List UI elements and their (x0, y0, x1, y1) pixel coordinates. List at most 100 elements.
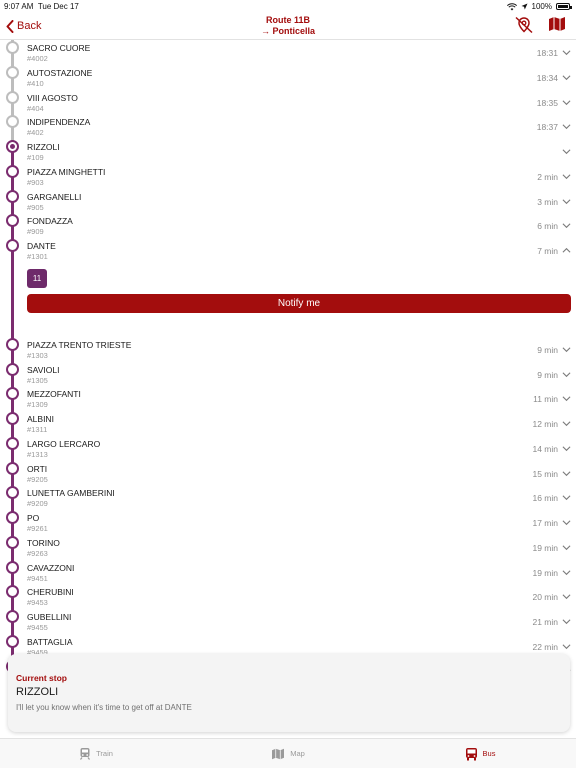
stop-row[interactable]: INDIPENDENZA #402 18:37 (0, 114, 576, 139)
chevron-down-icon[interactable] (562, 48, 571, 57)
chevron-down-icon[interactable] (562, 419, 571, 428)
tab-bus[interactable]: Bus (384, 739, 576, 768)
chevron-down-icon[interactable] (562, 518, 571, 527)
stop-row[interactable]: ORTI #9205 15 min (0, 461, 576, 486)
map-button[interactable] (548, 16, 566, 34)
stop-marker (6, 164, 19, 178)
stop-arrival-time: 12 min (532, 419, 558, 429)
chevron-down-icon[interactable] (562, 642, 571, 651)
current-stop-marker (6, 140, 19, 153)
stop-marker (6, 634, 19, 648)
stop-marker (6, 189, 19, 203)
stop-row[interactable]: GARGANELLI #905 3 min (0, 189, 576, 214)
chevron-down-icon[interactable] (562, 98, 571, 107)
stop-code: #905 (27, 202, 44, 212)
current-stop-name: RIZZOLI (16, 686, 59, 698)
chevron-down-icon[interactable] (562, 469, 571, 478)
stop-marker (6, 436, 19, 450)
stop-name: SACRO CUORE (27, 43, 91, 53)
stop-row[interactable]: LUNETTA GAMBERINI #9209 16 min (0, 485, 576, 510)
stop-code: #903 (27, 177, 44, 187)
stop-row[interactable]: CAVAZZONI #9451 19 min (0, 560, 576, 585)
stop-row[interactable]: MEZZOFANTI #1309 11 min (0, 386, 576, 411)
chevron-down-icon[interactable] (562, 345, 571, 354)
stop-row[interactable]: PIAZZA TRENTO TRIESTE #1303 9 min (0, 337, 576, 362)
chevron-down-icon[interactable] (562, 543, 571, 552)
stop-row[interactable]: TORINO #9263 19 min (0, 535, 576, 560)
stop-row[interactable]: PO #9261 17 min (0, 510, 576, 535)
tab-train[interactable]: Train (0, 739, 192, 768)
status-bar: 9:07 AM Tue Dec 17 100% (0, 0, 576, 12)
status-time: 9:07 AM (4, 2, 34, 11)
stop-arrival-time: 18:37 (536, 122, 558, 133)
stop-name: CHERUBINI (27, 587, 74, 598)
route-destination: → Ponticella (260, 26, 315, 36)
stop-code: #1311 (27, 425, 48, 434)
chevron-down-icon[interactable] (562, 617, 571, 626)
stop-row[interactable]: FONDAZZA #909 6 min (0, 213, 576, 238)
chevron-down-icon[interactable] (562, 197, 571, 206)
tab-bus-label: Bus (482, 749, 496, 758)
stop-code: #9205 (27, 474, 48, 484)
stop-row[interactable]: SAVIOLI #1305 9 min (0, 362, 576, 387)
stop-code: #9451 (27, 573, 48, 583)
stop-name: ALBINI (27, 414, 54, 424)
stop-arrival-time: 3 min (537, 196, 558, 207)
stop-row[interactable]: ALBINI #1311 12 min (0, 411, 576, 436)
stop-name: PIAZZA MINGHETTI (27, 166, 106, 177)
location-off-button[interactable] (514, 16, 534, 34)
location-off-icon (515, 16, 533, 34)
notify-me-button[interactable]: Notify me (27, 294, 571, 313)
stop-arrival-time: 15 min (532, 468, 558, 479)
chevron-down-icon[interactable] (562, 493, 571, 502)
stop-code: #9263 (27, 548, 48, 558)
chevron-down-icon[interactable] (562, 221, 571, 230)
chevron-down-icon[interactable] (562, 444, 571, 453)
chevron-down-icon[interactable] (562, 122, 571, 131)
stop-row[interactable]: PIAZZA MINGHETTI #903 2 min (0, 164, 576, 189)
chevron-down-icon[interactable] (562, 568, 571, 577)
wifi-icon (506, 2, 517, 10)
stop-row[interactable]: AUTOSTAZIONE #410 18:34 (0, 65, 576, 90)
route-title: Route 11B → Ponticella (0, 15, 576, 37)
chevron-down-icon[interactable] (562, 592, 571, 601)
chevron-down-icon[interactable] (562, 172, 571, 181)
map-icon (549, 17, 565, 31)
stop-row[interactable]: LARGO LERCARO #1313 14 min (0, 436, 576, 461)
chevron-up-icon[interactable] (562, 246, 571, 255)
stop-marker (6, 214, 19, 228)
stop-row[interactable]: CHERUBINI #9453 20 min (0, 584, 576, 609)
stop-marker (6, 115, 19, 129)
bus-number-badge: 11 (27, 269, 47, 288)
tab-bar: Train Map Bus (0, 738, 576, 768)
chevron-down-icon[interactable] (562, 73, 571, 82)
stop-arrival-time: 19 min (532, 542, 558, 553)
stop-row[interactable]: RIZZOLI #109 (0, 139, 576, 164)
stop-marker (6, 461, 19, 475)
tab-map-label: Map (290, 749, 305, 758)
chevron-down-icon[interactable] (562, 147, 571, 156)
stop-row[interactable]: GUBELLINI #9455 21 min (0, 609, 576, 634)
stop-name: DANTE (27, 241, 56, 251)
stop-name: FONDAZZA (27, 216, 73, 227)
stop-arrival-time: 21 min (532, 617, 558, 627)
stop-row[interactable]: SACRO CUORE #4002 18:31 (0, 40, 576, 65)
chevron-down-icon[interactable] (562, 370, 571, 379)
chevron-down-icon[interactable] (562, 394, 571, 403)
stop-name: AUTOSTAZIONE (27, 67, 93, 78)
bus-icon (465, 747, 477, 760)
stop-name: TORINO (27, 537, 60, 548)
stop-arrival-time: 9 min (537, 344, 558, 355)
stop-code: #109 (27, 153, 44, 162)
stop-arrival-time: 18:35 (536, 97, 558, 108)
stop-code: #9455 (27, 623, 48, 632)
battery-icon (556, 3, 572, 10)
stop-row[interactable]: DANTE #1301 7 min (0, 238, 576, 263)
stop-marker (6, 387, 19, 401)
current-stop-label: Current stop (16, 673, 67, 683)
battery-percent: 100% (531, 2, 552, 11)
stop-row[interactable]: VIII AGOSTO #404 18:35 (0, 90, 576, 115)
stop-marker (6, 511, 19, 524)
status-date: Tue Dec 17 (37, 2, 79, 11)
tab-map[interactable]: Map (192, 739, 384, 768)
